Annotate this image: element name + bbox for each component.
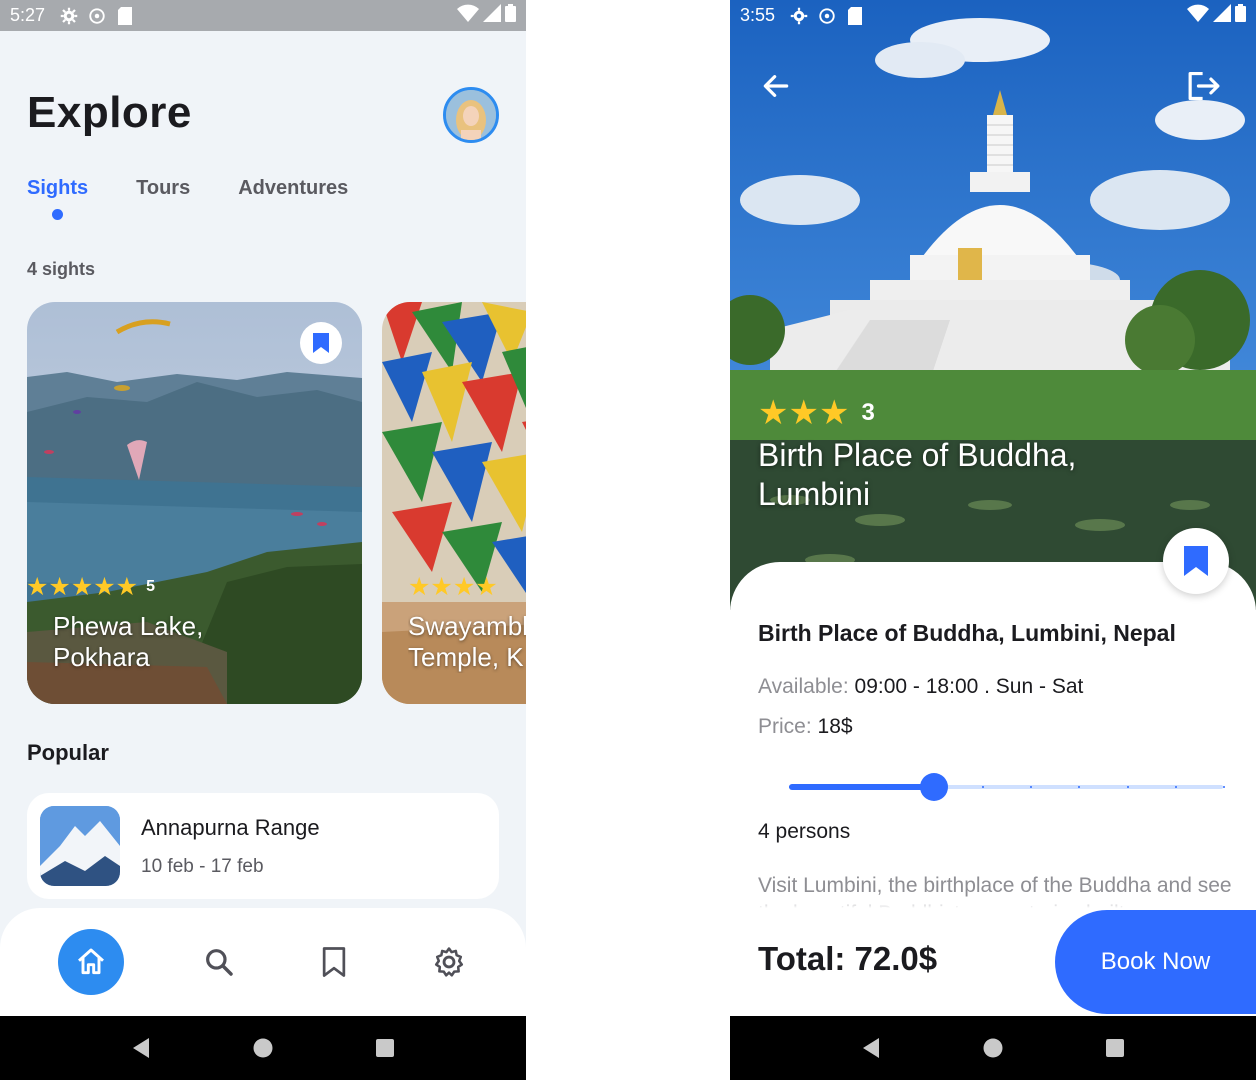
- availability-line: Available: 09:00 - 18:00 . Sun - Sat: [758, 675, 1083, 699]
- rating-value: 3: [861, 399, 875, 426]
- available-label: Available:: [758, 675, 849, 698]
- tab-label: Sights: [27, 177, 89, 199]
- tab-sights[interactable]: Sights: [27, 177, 89, 220]
- annapurna-thumbnail: [40, 806, 120, 886]
- status-bar: 3:55: [730, 0, 1256, 31]
- wifi-icon: [457, 4, 479, 27]
- bookmark-button[interactable]: [1163, 528, 1229, 594]
- popular-heading: Popular: [27, 740, 109, 765]
- battery-icon: [505, 4, 516, 27]
- recents-nav-icon[interactable]: [1105, 1038, 1125, 1058]
- explore-screen: 5:27 Explore Sights Tours Adventures 4 s…: [0, 0, 526, 1080]
- signal-icon: [483, 4, 501, 27]
- book-now-button[interactable]: Book Now: [1055, 910, 1256, 1014]
- tab-tours[interactable]: Tours: [136, 177, 190, 200]
- popular-item[interactable]: Annapurna Range 10 feb - 17 feb: [27, 793, 499, 899]
- available-value: 09:00 - 18:00 . Sun - Sat: [854, 675, 1084, 698]
- slider-tick: [885, 786, 887, 788]
- settings-status-icon: [789, 6, 809, 26]
- slider-fill: [789, 784, 934, 790]
- phewa-rating: ★★★★★ 5: [26, 572, 155, 602]
- persons-count: 4 persons: [758, 820, 851, 843]
- slider-tick: [982, 786, 984, 788]
- star-icons: ★★★★★: [26, 573, 139, 601]
- logout-icon: [1188, 71, 1220, 101]
- status-bar: 5:27: [0, 0, 526, 31]
- battery-icon: [1235, 4, 1246, 27]
- back-button[interactable]: [756, 66, 796, 106]
- star-icons: ★★★★: [408, 573, 498, 601]
- search-icon: [205, 949, 233, 976]
- recents-nav-icon[interactable]: [375, 1038, 395, 1058]
- page-title: Explore: [27, 88, 192, 137]
- nav-home-button[interactable]: [57, 929, 124, 995]
- bookmark-icon: [322, 947, 345, 977]
- system-navigation-bar: [0, 1016, 526, 1080]
- nav-bookmarks-button[interactable]: [314, 942, 354, 982]
- card-title: Swayambhu Temple, K: [408, 611, 526, 672]
- price-label: Price:: [758, 715, 812, 738]
- bookmark-button[interactable]: [300, 322, 342, 364]
- sight-detail-screen: 3:55 ★★★ 3 Birth Place of Buddha, Lumbin…: [730, 0, 1256, 1080]
- nav-search-button[interactable]: [199, 942, 239, 982]
- home-icon: [77, 948, 104, 975]
- tab-adventures[interactable]: Adventures: [238, 177, 348, 200]
- active-tab-indicator: [51, 209, 63, 220]
- slider-tick: [1030, 786, 1032, 788]
- avatar[interactable]: [443, 87, 499, 143]
- persons-slider[interactable]: [789, 770, 1225, 804]
- booking-footer: Total: 72.0$ Book Now: [730, 908, 1256, 1016]
- tab-label: Tours: [136, 177, 191, 199]
- peace-pagoda-photo: [730, 0, 1256, 610]
- bookmark-icon: [313, 333, 329, 353]
- rating-value: 5: [146, 578, 155, 595]
- back-nav-icon[interactable]: [861, 1037, 881, 1059]
- hero-image: [730, 0, 1256, 610]
- sync-status-icon: [87, 6, 107, 26]
- home-nav-icon[interactable]: [253, 1038, 273, 1058]
- slider-tick: [1078, 786, 1080, 788]
- hero-rating: ★★★ 3: [758, 393, 875, 433]
- price-line: Price: 18$: [758, 715, 853, 739]
- arrow-left-icon: [763, 75, 789, 97]
- category-tabs: Sights Tours Adventures: [27, 177, 348, 220]
- gear-icon: [434, 947, 463, 977]
- wifi-icon: [1187, 4, 1209, 27]
- bottom-navigation: [0, 908, 526, 1016]
- home-nav-icon[interactable]: [983, 1038, 1003, 1058]
- sd-card-icon: [115, 6, 135, 26]
- slider-tick: [1175, 786, 1177, 788]
- swayambhu-rating: ★★★★: [408, 572, 498, 602]
- slider-tick: [789, 786, 791, 788]
- slider-tick: [1127, 786, 1129, 788]
- total-price: Total: 72.0$: [758, 940, 938, 977]
- card-title: Phewa Lake, Pokhara: [53, 611, 204, 672]
- signal-icon: [1213, 4, 1231, 27]
- sync-status-icon: [817, 6, 837, 26]
- sights-count: 4 sights: [27, 259, 96, 279]
- popular-dates: 10 feb - 17 feb: [141, 856, 264, 877]
- slider-tick: [1223, 786, 1225, 788]
- slider-tick: [837, 786, 839, 788]
- description-text: Visit Lumbini, the birthplace of the Bud…: [758, 872, 1248, 908]
- status-time: 3:55: [740, 5, 776, 25]
- price-value: 18$: [817, 715, 853, 738]
- tab-label: Adventures: [238, 177, 349, 199]
- detail-panel: [730, 562, 1256, 922]
- slider-thumb[interactable]: [920, 773, 948, 801]
- settings-status-icon: [59, 6, 79, 26]
- back-nav-icon[interactable]: [131, 1037, 151, 1059]
- status-time: 5:27: [10, 5, 46, 25]
- sd-card-icon: [845, 6, 865, 26]
- logout-button[interactable]: [1184, 66, 1224, 106]
- bookmark-icon: [1184, 546, 1208, 576]
- popular-name: Annapurna Range: [141, 815, 320, 840]
- star-icons: ★★★: [758, 394, 850, 432]
- nav-settings-button[interactable]: [429, 942, 469, 982]
- detail-title: Birth Place of Buddha, Lumbini, Nepal: [758, 620, 1176, 646]
- hero-title: Birth Place of Buddha, Lumbini: [758, 437, 1077, 512]
- system-navigation-bar: [730, 1016, 1256, 1080]
